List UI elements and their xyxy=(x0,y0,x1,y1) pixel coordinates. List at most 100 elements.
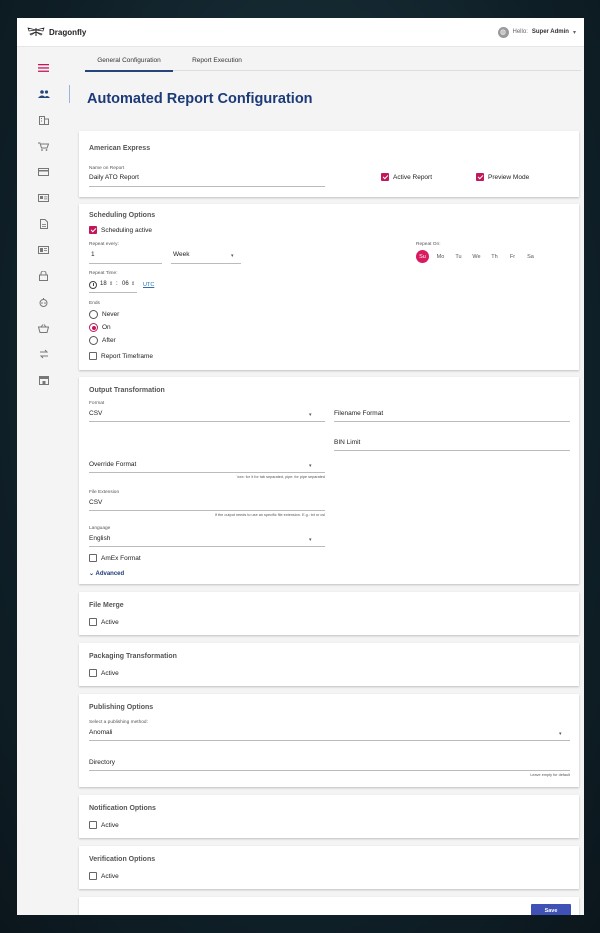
format-chevron-icon: ▾ xyxy=(309,412,312,418)
preview-mode-label: Preview Mode xyxy=(488,174,530,181)
repeat-unit-select[interactable]: Week xyxy=(173,251,190,258)
active-report-label: Active Report xyxy=(393,174,433,181)
notification-title: Notification Options xyxy=(89,805,156,812)
file-extension-hint: If the output needs to use an specific f… xyxy=(214,513,325,517)
main-content: General Configuration Report Execution A… xyxy=(79,47,581,915)
advanced-toggle[interactable]: ⌄ Advanced xyxy=(89,570,124,577)
publishing-method-select[interactable]: Anomali xyxy=(89,729,112,736)
ends-on-label: On xyxy=(102,324,111,331)
chevron-down-icon: ⌄ xyxy=(89,571,95,577)
directory-input[interactable]: Directory xyxy=(89,759,115,766)
day-thursday[interactable]: Th xyxy=(488,250,501,263)
sidebar xyxy=(17,47,70,915)
scheduling-active-label: Scheduling active xyxy=(101,227,152,234)
report-timeframe-label: Report Timeframe xyxy=(101,353,154,360)
preview-mode-checkbox[interactable] xyxy=(476,173,484,181)
file-merge-card: File Merge Active xyxy=(79,592,579,635)
file-merge-active-label: Active xyxy=(101,619,119,626)
users-icon[interactable] xyxy=(17,81,70,107)
output-card: Output Transformation Format CSV ▾ Filen… xyxy=(79,377,579,584)
brand-name: Dragonfly xyxy=(49,27,87,37)
name-on-report-input[interactable]: Daily ATO Report xyxy=(89,174,139,181)
day-saturday[interactable]: Sa xyxy=(524,250,537,263)
timezone-link[interactable]: UTC xyxy=(143,282,154,288)
minute-stepper-icon[interactable]: ⇕ xyxy=(131,281,135,287)
robot-icon[interactable] xyxy=(17,289,70,315)
format-underline xyxy=(89,421,325,422)
verification-title: Verification Options xyxy=(89,856,156,863)
footer-card: Save xyxy=(79,897,579,915)
company-title: American Express xyxy=(89,145,151,152)
lock-icon[interactable] xyxy=(17,263,70,289)
packaging-active-checkbox[interactable] xyxy=(89,669,97,677)
ends-after-radio[interactable] xyxy=(89,336,98,345)
override-format-hint: \xxx: for \t for tab separated, pipe: fo… xyxy=(236,475,325,479)
document-icon[interactable] xyxy=(17,211,70,237)
override-format-select[interactable]: Override Format xyxy=(89,461,136,468)
day-monday[interactable]: Mo xyxy=(434,250,447,263)
notification-active-checkbox[interactable] xyxy=(89,821,97,829)
tab-general-configuration[interactable]: General Configuration xyxy=(85,47,173,72)
day-tuesday[interactable]: Tu xyxy=(452,250,465,263)
file-extension-label: File Extension xyxy=(89,490,120,495)
verification-active-checkbox[interactable] xyxy=(89,872,97,880)
hour-input[interactable]: 18 xyxy=(100,281,107,287)
amex-format-checkbox[interactable] xyxy=(89,554,97,562)
brand-logo[interactable]: Dragonfly xyxy=(27,27,86,37)
time-underline xyxy=(89,292,137,293)
cart-icon[interactable] xyxy=(17,133,70,159)
publishing-card: Publishing Options Select a publishing m… xyxy=(79,694,579,787)
page-title: Automated Report Configuration xyxy=(87,91,313,107)
user-greeting: Hello: xyxy=(512,29,528,35)
publishing-method-label: Select a publishing method: xyxy=(89,720,148,725)
ends-never-radio[interactable] xyxy=(89,310,98,319)
minute-input[interactable]: 06 xyxy=(122,281,129,287)
override-format-chevron-icon: ▾ xyxy=(309,463,312,469)
directory-underline xyxy=(89,770,570,771)
ends-label: Ends xyxy=(89,301,100,306)
language-select[interactable]: English xyxy=(89,535,110,542)
hamburger-icon[interactable] xyxy=(17,55,70,81)
day-wednesday[interactable]: We xyxy=(470,250,483,263)
tab-bar: General Configuration Report Execution xyxy=(85,47,581,72)
repeat-every-input[interactable]: 1 xyxy=(91,251,95,258)
packaging-card: Packaging Transformation Active xyxy=(79,643,579,686)
verification-active-label: Active xyxy=(101,873,119,880)
filename-format-input[interactable]: Filename Format xyxy=(334,410,383,417)
publishing-method-underline xyxy=(89,740,570,741)
store-icon[interactable] xyxy=(17,367,70,393)
app-window: Dragonfly ◍ Hello: Super Admin ▾ General… xyxy=(17,18,584,915)
day-sunday[interactable]: Su xyxy=(416,250,429,263)
user-menu[interactable]: ◍ Hello: Super Admin ▾ xyxy=(497,26,576,38)
report-timeframe-checkbox[interactable] xyxy=(89,352,97,360)
top-bar: Dragonfly ◍ Hello: Super Admin ▾ xyxy=(17,18,584,47)
packaging-active-label: Active xyxy=(101,670,119,677)
language-chevron-icon: ▾ xyxy=(309,537,312,543)
tab-report-execution[interactable]: Report Execution xyxy=(173,47,261,71)
building-icon[interactable] xyxy=(17,107,70,133)
id-card-icon[interactable] xyxy=(17,185,70,211)
ends-never-label: Never xyxy=(102,311,120,318)
file-merge-active-checkbox[interactable] xyxy=(89,618,97,626)
file-extension-underline xyxy=(89,510,325,511)
active-report-checkbox[interactable] xyxy=(381,173,389,181)
book-icon[interactable] xyxy=(17,237,70,263)
swap-icon[interactable] xyxy=(17,341,70,367)
repeat-unit-chevron-icon: ▾ xyxy=(231,253,234,259)
bin-limit-input[interactable]: BIN Limit xyxy=(334,439,360,446)
scheduling-card: Scheduling Options Scheduling active Rep… xyxy=(79,204,579,370)
notification-active-label: Active xyxy=(101,822,119,829)
notification-card: Notification Options Active xyxy=(79,795,579,838)
save-button[interactable]: Save xyxy=(531,904,571,915)
ends-after-label: After xyxy=(102,337,116,344)
basket-icon[interactable] xyxy=(17,315,70,341)
verification-card: Verification Options Active xyxy=(79,846,579,889)
ends-on-radio[interactable] xyxy=(89,323,98,332)
day-friday[interactable]: Fr xyxy=(506,250,519,263)
file-extension-input[interactable]: CSV xyxy=(89,499,102,506)
format-select[interactable]: CSV xyxy=(89,410,102,417)
scheduling-active-checkbox[interactable] xyxy=(89,226,97,234)
name-on-report-label: Name on Report xyxy=(89,166,125,171)
credit-card-icon[interactable] xyxy=(17,159,70,185)
hour-stepper-icon[interactable]: ⇕ xyxy=(109,281,113,287)
